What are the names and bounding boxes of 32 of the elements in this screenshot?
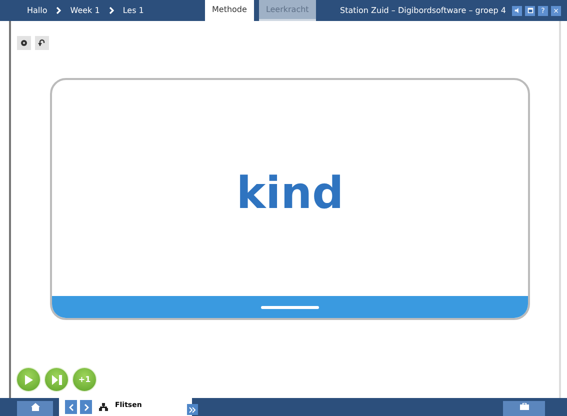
settings-button[interactable] [17, 36, 31, 50]
breadcrumb-link[interactable]: Hallo [27, 6, 48, 15]
toolbox-button[interactable] [503, 401, 545, 416]
briefcase-icon [520, 403, 528, 410]
skip-icon [52, 374, 62, 384]
chevron-icon [108, 7, 114, 14]
settings-icon [20, 39, 28, 47]
play-icon [24, 374, 33, 384]
flashcard-word: kind [236, 168, 344, 218]
undo-button[interactable] [35, 36, 49, 50]
breadcrumb-link[interactable]: Week 1 [70, 6, 100, 15]
tab[interactable]: Methode [205, 0, 254, 21]
double-chevron-icon [189, 406, 196, 412]
previous-button[interactable] [65, 400, 77, 414]
window-icon [526, 7, 534, 14]
home-button[interactable] [17, 401, 53, 416]
drag-handle[interactable] [261, 306, 319, 308]
expand-button[interactable] [187, 404, 198, 415]
chevron-left-icon [68, 404, 74, 410]
sound-button[interactable] [512, 6, 522, 16]
screen-button[interactable] [525, 6, 535, 16]
chevron-right-icon [84, 404, 88, 410]
speaker-icon [514, 7, 520, 14]
window-title: Station Zuid – Digibordsoftware – groep 4 [340, 6, 506, 15]
undo-icon [38, 39, 46, 47]
breadcrumb-link[interactable]: Les 1 [122, 6, 144, 15]
next-button[interactable] [44, 367, 69, 392]
hierarchy-icon [99, 403, 108, 411]
play-button[interactable] [16, 367, 41, 392]
chevron-icon [56, 7, 62, 14]
house-icon [30, 403, 40, 411]
next-button[interactable] [80, 400, 92, 414]
